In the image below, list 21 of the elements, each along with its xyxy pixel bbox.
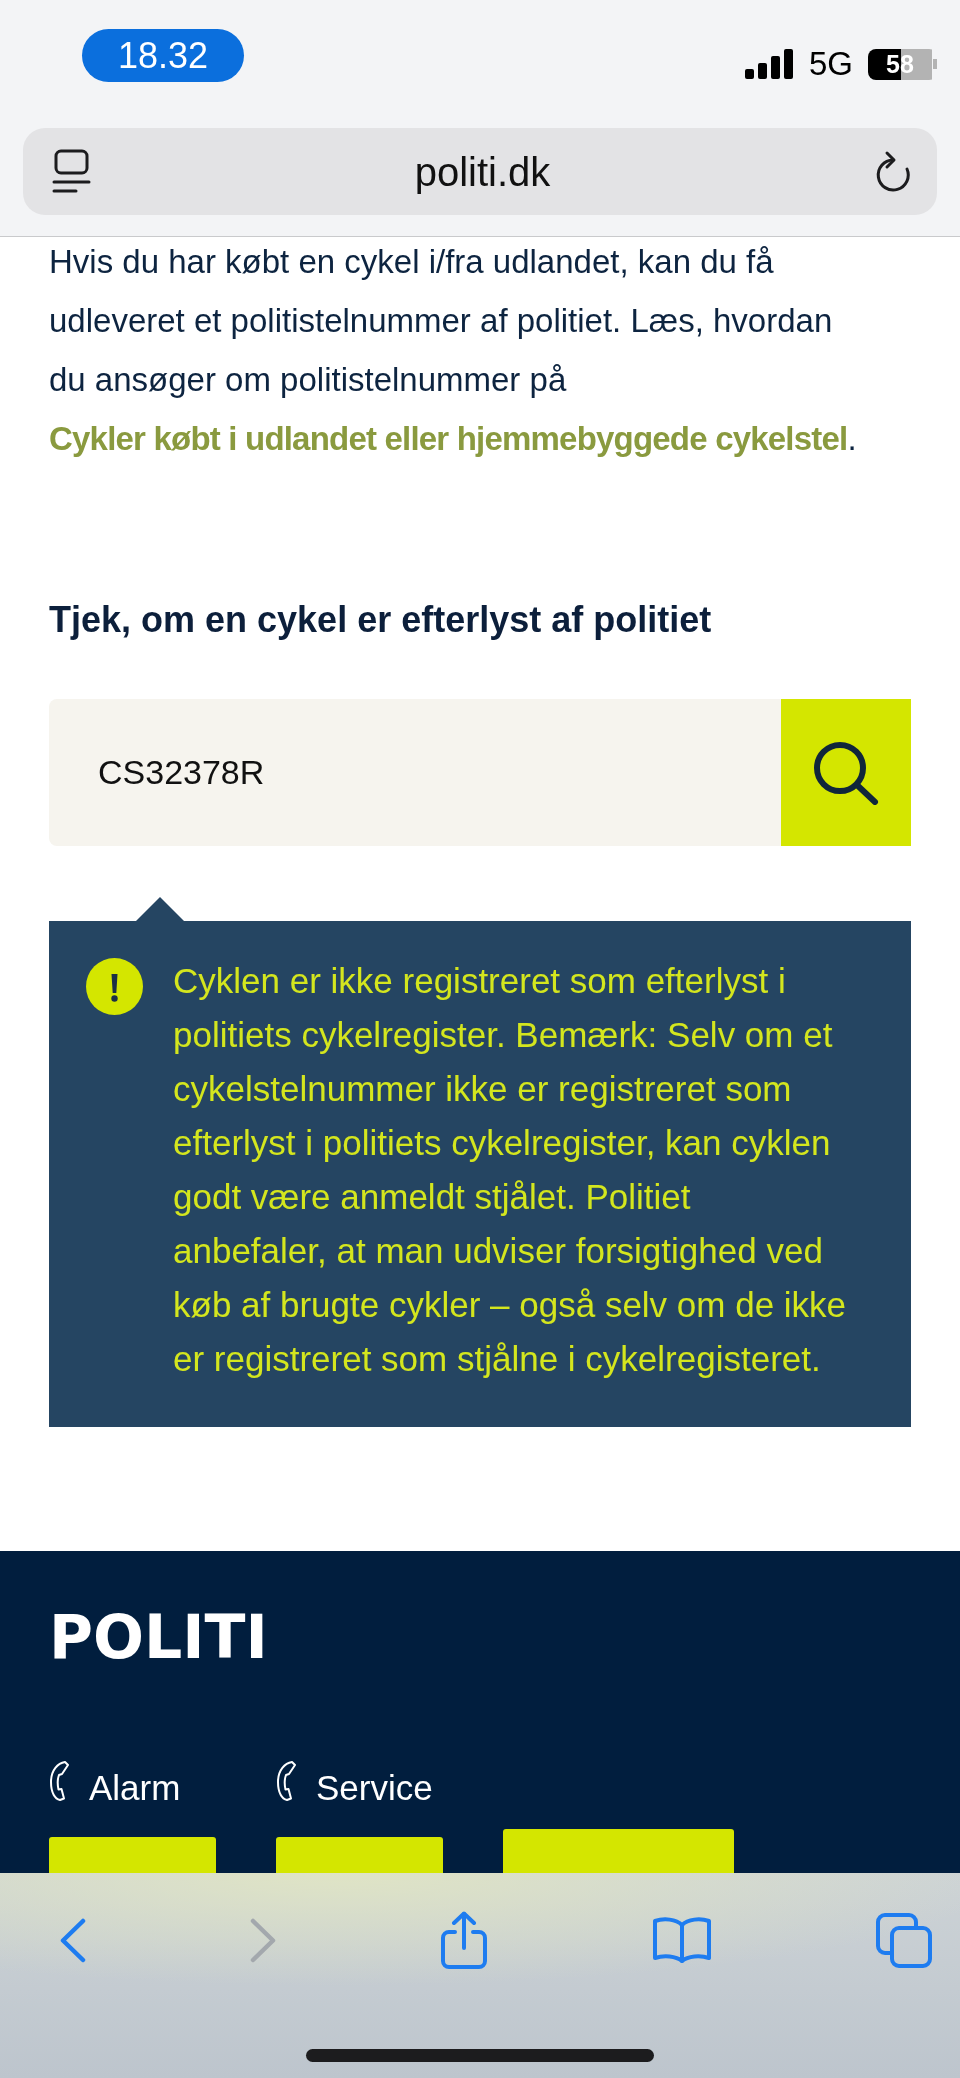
- back-icon[interactable]: [59, 1917, 86, 1963]
- intro-paragraph: Hvis du har købt en cykel i/fra udlandet, kan du få udleveret et politistelnummer af politiet. Læs, hvordan du ansøger om politistelnummer på Cykler købt i udlandet eller hjemmebyggede cykelstel.: [49, 242, 858, 459]
- page-menu-icon[interactable]: [52, 149, 91, 194]
- share-icon[interactable]: [440, 1910, 488, 1970]
- site-logo: POLITI: [49, 1606, 268, 1668]
- address-bar[interactable]: politi.dk: [23, 128, 937, 215]
- alert-message: Cyklen er ikke registreret som efterlyst i politiets cykelregister. Bemærk: Selv om et cykelstelnummer ikke er registreret som efterlyst i politiets cykelregister, kan cyklen godt være anmeldt stjålet. Politiet anbefaler, at man udviser forsigtighed ved køb af brugte cykler – også selv om de ikke er registreret som stjålne i cykelregisteret.: [173, 960, 848, 1380]
- contact-label: Service: [316, 1767, 433, 1809]
- url-text: politi.dk: [414, 148, 551, 196]
- status-time: 18.32: [82, 29, 244, 82]
- search-field[interactable]: CS32378R: [49, 699, 781, 846]
- contact-label: Alarm: [89, 1767, 181, 1809]
- network-type-label: 5G: [808, 46, 853, 82]
- section-heading: Tjek, om en cykel er efterlyst af politiet: [49, 598, 712, 642]
- book-icon[interactable]: [651, 1916, 712, 1964]
- reload-icon[interactable]: [874, 149, 912, 194]
- tabs-icon[interactable]: [875, 1911, 933, 1969]
- search-button[interactable]: [781, 699, 911, 846]
- signal-icon: [744, 49, 794, 79]
- search-icon: [813, 740, 879, 805]
- alert-icon: [86, 958, 143, 1015]
